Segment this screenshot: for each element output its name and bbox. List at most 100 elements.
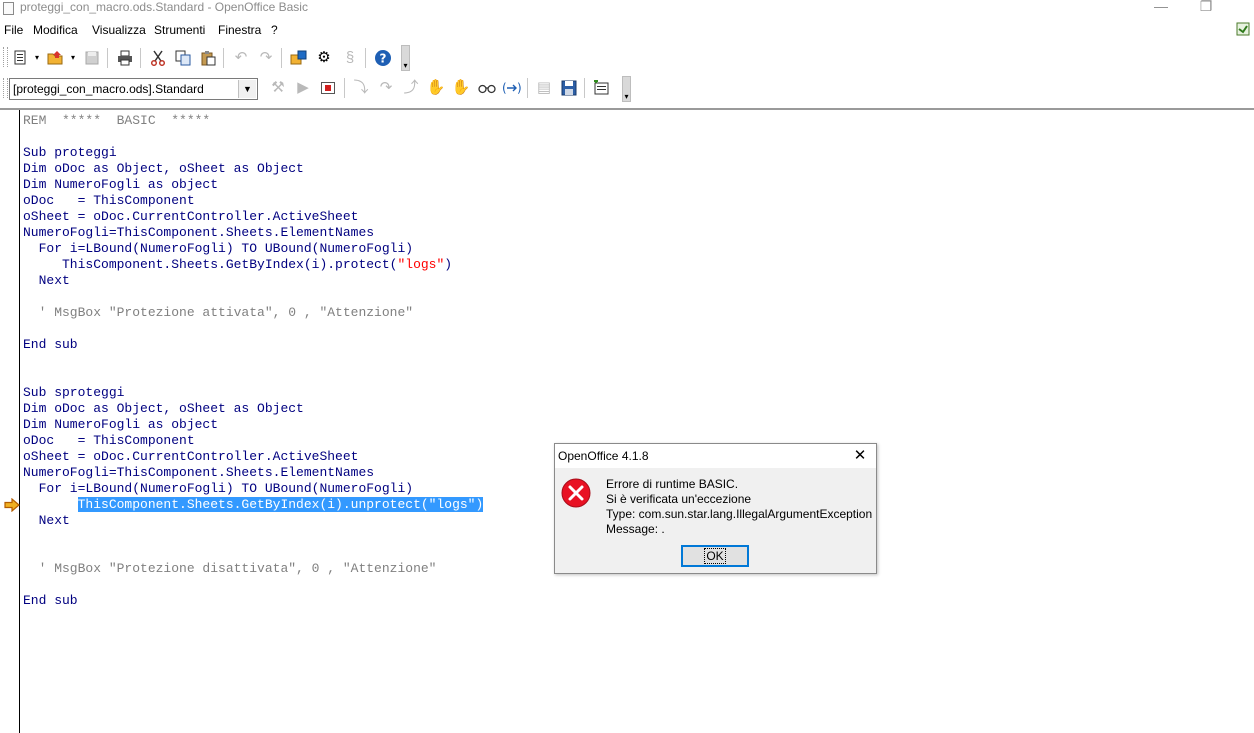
selected-code: ThisComponent.Sheets.GetByIndex(i).unpro… bbox=[77, 497, 484, 512]
breakpoint-icon[interactable]: ✋ bbox=[425, 77, 447, 99]
error-dialog: OpenOffice 4.1.8 ✕ Errore di runtime BAS… bbox=[554, 443, 877, 574]
open-dropdown-chevron-icon[interactable]: ▾ bbox=[69, 47, 77, 69]
code-token: oDoc = ThisComponent bbox=[23, 433, 195, 448]
ok-button[interactable]: OK bbox=[681, 545, 749, 567]
code-line: NumeroFogli=ThisComponent.Sheets.Element… bbox=[23, 465, 374, 481]
code-token: NumeroFogli=ThisComponent.Sheets.Element… bbox=[23, 225, 375, 240]
toolbar-grip[interactable] bbox=[3, 47, 8, 67]
toolbar-separator bbox=[584, 78, 585, 98]
dialog-title-bar: OpenOffice 4.1.8 ✕ bbox=[555, 444, 876, 468]
toolbar-overflow-chevron-icon[interactable]: ▾ bbox=[622, 76, 631, 102]
undo-icon[interactable]: ↶ bbox=[230, 47, 252, 69]
restore-button[interactable]: ❐ bbox=[1188, 0, 1224, 16]
code-line: REM ***** BASIC ***** bbox=[23, 113, 210, 129]
menu-bar: File Modifica Visualizza Strumenti Fines… bbox=[0, 19, 1254, 41]
paste-icon[interactable] bbox=[197, 47, 219, 69]
document-icon bbox=[3, 2, 14, 15]
step-over-icon[interactable]: ↷ bbox=[375, 77, 397, 99]
toolbar-separator bbox=[344, 78, 345, 98]
code-line: Next bbox=[23, 273, 70, 289]
dialog-settings-icon[interactable]: § bbox=[339, 47, 361, 69]
code-token: Dim NumeroFogli as object bbox=[23, 177, 219, 192]
new-document-icon[interactable] bbox=[10, 47, 32, 69]
code-token: ' MsgBox "Protezione disattivata", 0 , "… bbox=[23, 561, 437, 576]
code-token: Next bbox=[23, 273, 70, 288]
menu-file[interactable]: File bbox=[4, 22, 23, 38]
copy-icon[interactable] bbox=[172, 47, 194, 69]
print-icon[interactable] bbox=[114, 47, 136, 69]
code-token: End sub bbox=[23, 593, 78, 608]
toolbar-separator bbox=[281, 48, 282, 68]
save-icon[interactable] bbox=[81, 47, 103, 69]
code-line: NumeroFogli=ThisComponent.Sheets.Element… bbox=[23, 225, 374, 241]
watch-glasses-icon[interactable] bbox=[476, 77, 498, 99]
window-title: proteggi_con_macro.ods.Standard - OpenOf… bbox=[20, 0, 308, 14]
code-token: Dim oDoc as Object, oSheet as Object bbox=[23, 161, 304, 176]
code-line: Sub proteggi bbox=[23, 145, 117, 161]
svg-text:(: ( bbox=[502, 81, 507, 95]
library-select[interactable]: [proteggi_con_macro.ods].Standard ▼ bbox=[9, 78, 258, 100]
breakpoint-gutter[interactable] bbox=[0, 110, 20, 733]
open-folder-icon[interactable] bbox=[45, 47, 67, 69]
error-icon bbox=[561, 478, 591, 508]
manage-breakpoints-icon[interactable]: ✋ bbox=[450, 77, 472, 99]
code-line: oSheet = oDoc.CurrentController.ActiveSh… bbox=[23, 209, 358, 225]
code-line: End sub bbox=[23, 337, 78, 353]
save-source-as-icon[interactable] bbox=[558, 77, 580, 99]
code-token: Dim oDoc as Object, oSheet as Object bbox=[23, 401, 304, 416]
toolbar-grip[interactable] bbox=[3, 78, 8, 98]
code-token: Dim NumeroFogli as object bbox=[23, 417, 219, 432]
code-line: End sub bbox=[23, 593, 78, 609]
code-line: Next bbox=[23, 513, 70, 529]
menu-strumenti[interactable]: Strumenti bbox=[154, 22, 205, 38]
menu-help[interactable]: ? bbox=[271, 22, 278, 38]
ok-button-label: OK bbox=[704, 548, 726, 564]
code-editor[interactable]: REM ***** BASIC ***** Sub proteggi Dim oDo… bbox=[23, 110, 1253, 733]
code-token: Sub sproteggi bbox=[23, 385, 125, 400]
step-out-icon[interactable]: ⤴ bbox=[400, 77, 422, 99]
editor-area: REM ***** BASIC ***** Sub proteggi Dim oDo… bbox=[0, 108, 1254, 733]
dialog-close-icon[interactable]: ✕ bbox=[851, 447, 869, 465]
find-parentheses-icon[interactable]: () bbox=[501, 77, 523, 99]
menu-finestra[interactable]: Finestra bbox=[218, 22, 261, 38]
menu-visualizza[interactable]: Visualizza bbox=[92, 22, 146, 38]
toolbar-overflow-chevron-icon[interactable]: ▾ bbox=[401, 45, 410, 71]
run-icon[interactable]: ▶ bbox=[292, 77, 314, 99]
code-line: ThisComponent.Sheets.GetByIndex(i).prote… bbox=[23, 257, 452, 273]
new-dropdown-chevron-icon[interactable]: ▾ bbox=[33, 47, 41, 69]
import-dialog-icon[interactable] bbox=[591, 77, 613, 99]
code-line: ' MsgBox "Protezione disattivata", 0 , "… bbox=[23, 561, 437, 577]
dialog-message-line: Message: . bbox=[606, 522, 665, 536]
code-token: ' MsgBox "Protezione attivata", 0 , "Att… bbox=[23, 305, 414, 320]
step-into-icon[interactable]: ⤵ bbox=[350, 77, 372, 99]
code-line: For i=LBound(NumeroFogli) TO UBound(Nume… bbox=[23, 481, 413, 497]
menu-modifica[interactable]: Modifica bbox=[33, 22, 78, 38]
code-line: oSheet = oDoc.CurrentController.ActiveSh… bbox=[23, 449, 358, 465]
svg-text:?: ? bbox=[380, 52, 387, 66]
title-bar: proteggi_con_macro.ods.Standard - OpenOf… bbox=[0, 0, 1254, 18]
code-token: REM ***** BASIC ***** bbox=[23, 113, 211, 128]
code-line: Dim oDoc as Object, oSheet as Object bbox=[23, 401, 304, 417]
insert-source-text-icon[interactable]: ▤ bbox=[533, 77, 555, 99]
redo-icon[interactable]: ↷ bbox=[255, 47, 277, 69]
minimize-button[interactable]: — bbox=[1143, 0, 1179, 16]
toolbar-separator bbox=[527, 78, 528, 98]
code-token: oSheet = oDoc.CurrentController.ActiveSh… bbox=[23, 449, 359, 464]
code-token: End sub bbox=[23, 337, 78, 352]
macro-selector-icon[interactable] bbox=[288, 47, 310, 69]
stop-icon[interactable] bbox=[317, 77, 339, 99]
cut-icon[interactable] bbox=[147, 47, 169, 69]
close-document-icon[interactable] bbox=[1236, 22, 1250, 36]
modules-gear-icon[interactable]: ⚙ bbox=[313, 47, 335, 69]
help-icon[interactable]: ? bbox=[372, 47, 394, 69]
code-token: Next bbox=[23, 513, 70, 528]
code-token: ) bbox=[444, 257, 453, 272]
compile-icon[interactable]: ⚒ bbox=[267, 77, 289, 99]
toolbar-separator bbox=[107, 48, 108, 68]
chevron-down-icon[interactable]: ▼ bbox=[238, 80, 256, 98]
dialog-message-line: Errore di runtime BASIC. bbox=[606, 477, 739, 491]
code-line: Sub sproteggi bbox=[23, 385, 124, 401]
code-token: NumeroFogli=ThisComponent.Sheets.Element… bbox=[23, 465, 375, 480]
code-line: Dim NumeroFogli as object bbox=[23, 177, 218, 193]
